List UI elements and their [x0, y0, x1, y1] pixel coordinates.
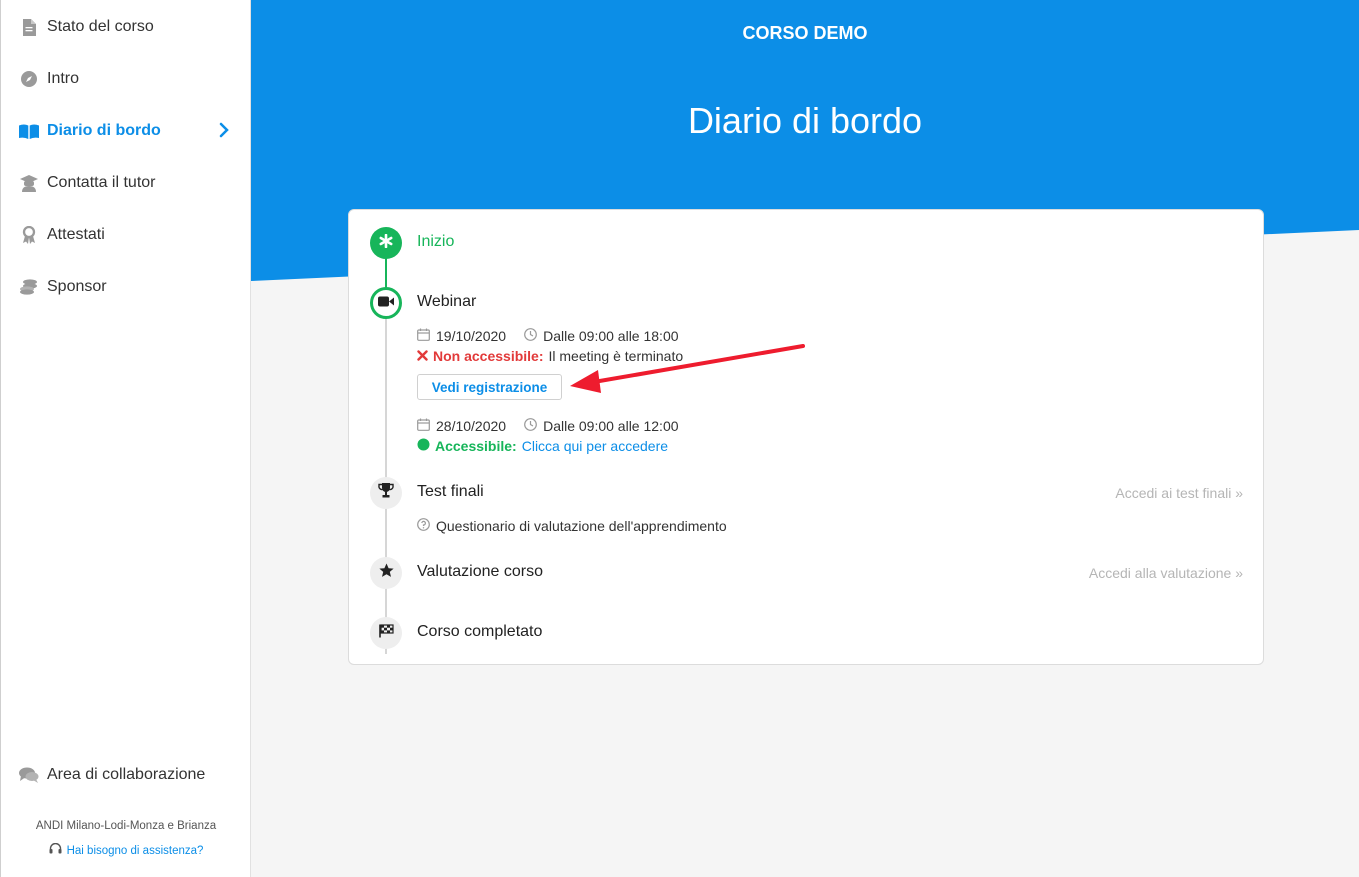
- step-title-corso-completato: Corso completato: [417, 623, 543, 640]
- sidebar-item-attestati[interactable]: Attestati: [1, 209, 251, 261]
- session-2-schedule: 28/10/2020 Dalle 09:00 alle 12:00: [417, 418, 679, 434]
- test-item: Questionario di valutazione dell'apprend…: [417, 518, 727, 534]
- document-icon: [19, 17, 39, 37]
- award-icon: [19, 225, 39, 245]
- access-meeting-link[interactable]: Clicca qui per accedere: [522, 438, 668, 454]
- status-label: Accessibile:: [435, 438, 517, 454]
- sidebar-item-intro[interactable]: Intro: [1, 53, 251, 105]
- sidebar-item-label: Sponsor: [47, 278, 107, 295]
- trophy-icon: [378, 483, 394, 503]
- rating-access-link[interactable]: Accedi alla valutazione »: [1089, 565, 1243, 581]
- sidebar-item-label: Diario di bordo: [47, 122, 161, 139]
- test-step-circle: [370, 477, 402, 509]
- checkered-flag-icon: [378, 623, 394, 643]
- course-name: CORSO DEMO: [742, 23, 868, 43]
- session-time: Dalle 09:00 alle 12:00: [543, 418, 679, 434]
- sidebar-item-diario-di-bordo[interactable]: Diario di bordo: [1, 105, 251, 157]
- view-recording-button[interactable]: Vedi registrazione: [417, 374, 562, 400]
- book-icon: [19, 121, 39, 141]
- status-dot-icon: [417, 438, 430, 454]
- chat-icon: [19, 765, 39, 785]
- star-icon: [378, 563, 394, 583]
- step-title-test-finali: Test finali: [417, 483, 484, 500]
- calendar-icon: [417, 328, 430, 344]
- sidebar-item-stato-del-corso[interactable]: Stato del corso: [1, 1, 251, 53]
- sidebar-item-label: Contatta il tutor: [47, 174, 156, 191]
- question-circle-icon: [417, 518, 430, 534]
- step-title-valutazione-corso: Valutazione corso: [417, 563, 543, 580]
- sidebar-item-sponsor[interactable]: Sponsor: [1, 261, 251, 313]
- sidebar: Stato del corso Intro Diario di bordo Co…: [0, 0, 251, 877]
- help-link-label: Hai bisogno di assistenza?: [66, 844, 204, 857]
- session-date: 28/10/2020: [436, 418, 507, 434]
- close-icon: [417, 348, 428, 364]
- sidebar-item-label: Stato del corso: [47, 18, 154, 35]
- rating-step-circle: [370, 557, 402, 589]
- status-label: Non accessibile:: [433, 348, 544, 364]
- graduate-icon: [19, 173, 39, 193]
- sidebar-item-label: Area di collaborazione: [47, 766, 206, 783]
- compass-icon: [19, 69, 39, 89]
- headset-icon: [49, 842, 62, 858]
- complete-step-circle: [370, 617, 402, 649]
- coins-icon: [19, 277, 39, 297]
- sidebar-item-area-di-collaborazione[interactable]: Area di collaborazione: [1, 749, 251, 801]
- asterisk-icon: [379, 233, 393, 253]
- help-link[interactable]: Hai bisogno di assistenza?: [1, 842, 251, 858]
- clock-icon: [524, 328, 537, 344]
- page-title: Diario di bordo: [687, 100, 923, 141]
- timeline-card: Inizio Webinar 19/10/2020 Dalle 09:00 al…: [348, 209, 1264, 665]
- calendar-icon: [417, 418, 430, 434]
- webinar-step-circle: [370, 287, 402, 319]
- step-title-inizio: Inizio: [417, 233, 455, 250]
- sidebar-item-label: Attestati: [47, 226, 105, 243]
- organization-name: ANDI Milano-Lodi-Monza e Brianza: [35, 820, 217, 832]
- chevron-right-icon: [219, 122, 229, 143]
- annotation-arrow: [570, 344, 805, 393]
- clock-icon: [524, 418, 537, 434]
- start-step-circle: [370, 227, 402, 259]
- sidebar-item-contatta-il-tutor[interactable]: Contatta il tutor: [1, 157, 251, 209]
- session-date: 19/10/2020: [436, 328, 507, 344]
- session-2-status: Accessibile: Clicca qui per accedere: [417, 438, 668, 454]
- test-access-link[interactable]: Accedi ai test finali »: [1115, 485, 1243, 501]
- step-title-webinar: Webinar: [417, 293, 477, 310]
- test-item-label: Questionario di valutazione dell'apprend…: [436, 518, 727, 534]
- video-camera-icon: [378, 294, 394, 312]
- sidebar-item-label: Intro: [47, 70, 80, 87]
